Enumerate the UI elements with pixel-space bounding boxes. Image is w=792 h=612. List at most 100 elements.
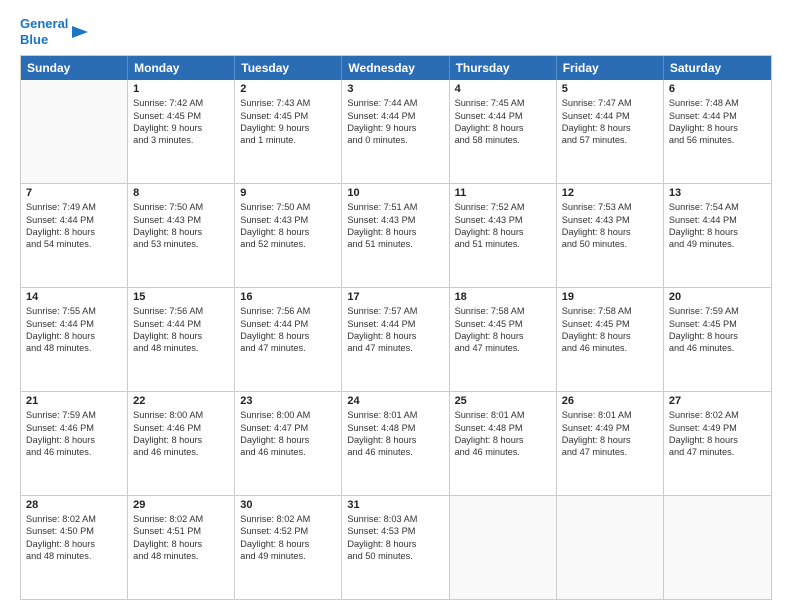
cal-cell: 8Sunrise: 7:50 AMSunset: 4:43 PMDaylight… bbox=[128, 184, 235, 287]
cal-cell: 31Sunrise: 8:03 AMSunset: 4:53 PMDayligh… bbox=[342, 496, 449, 599]
day-number: 3 bbox=[347, 83, 443, 95]
day-number: 23 bbox=[240, 395, 336, 407]
cal-cell: 13Sunrise: 7:54 AMSunset: 4:44 PMDayligh… bbox=[664, 184, 771, 287]
cal-row-2: 7Sunrise: 7:49 AMSunset: 4:44 PMDaylight… bbox=[21, 184, 771, 288]
cal-row-3: 14Sunrise: 7:55 AMSunset: 4:44 PMDayligh… bbox=[21, 288, 771, 392]
daylight-text-2: and 58 minutes. bbox=[455, 134, 551, 146]
day-number: 7 bbox=[26, 187, 122, 199]
day-number: 12 bbox=[562, 187, 658, 199]
sunrise-text: Sunrise: 7:59 AM bbox=[26, 409, 122, 421]
day-number: 1 bbox=[133, 83, 229, 95]
day-number: 10 bbox=[347, 187, 443, 199]
cal-cell: 3Sunrise: 7:44 AMSunset: 4:44 PMDaylight… bbox=[342, 80, 449, 183]
day-number: 19 bbox=[562, 291, 658, 303]
daylight-text-1: Daylight: 8 hours bbox=[240, 538, 336, 550]
sunrise-text: Sunrise: 8:02 AM bbox=[133, 513, 229, 525]
sunset-text: Sunset: 4:44 PM bbox=[669, 214, 766, 226]
cal-cell: 24Sunrise: 8:01 AMSunset: 4:48 PMDayligh… bbox=[342, 392, 449, 495]
daylight-text-1: Daylight: 8 hours bbox=[347, 538, 443, 550]
sunrise-text: Sunrise: 7:58 AM bbox=[455, 305, 551, 317]
sunset-text: Sunset: 4:53 PM bbox=[347, 525, 443, 537]
sunset-text: Sunset: 4:44 PM bbox=[455, 110, 551, 122]
daylight-text-1: Daylight: 8 hours bbox=[240, 434, 336, 446]
sunrise-text: Sunrise: 8:01 AM bbox=[347, 409, 443, 421]
daylight-text-1: Daylight: 9 hours bbox=[240, 122, 336, 134]
sunset-text: Sunset: 4:48 PM bbox=[455, 422, 551, 434]
sunrise-text: Sunrise: 7:44 AM bbox=[347, 97, 443, 109]
daylight-text-1: Daylight: 8 hours bbox=[562, 122, 658, 134]
sunset-text: Sunset: 4:46 PM bbox=[133, 422, 229, 434]
daylight-text-2: and 51 minutes. bbox=[455, 238, 551, 250]
sunset-text: Sunset: 4:43 PM bbox=[240, 214, 336, 226]
cal-cell: 30 Sunrise: 8:02 AMSunset: 4:52 PMDayligh… bbox=[235, 496, 342, 599]
daylight-text-1: Daylight: 8 hours bbox=[26, 538, 122, 550]
header-day-tuesday: Tuesday bbox=[235, 56, 342, 80]
daylight-text-2: and 51 minutes. bbox=[347, 238, 443, 250]
cal-cell: 18Sunrise: 7:58 AMSunset: 4:45 PMDayligh… bbox=[450, 288, 557, 391]
daylight-text-2: and 0 minutes. bbox=[347, 134, 443, 146]
daylight-text-1: Daylight: 8 hours bbox=[133, 538, 229, 550]
sunrise-text: Sunrise: 7:56 AM bbox=[240, 305, 336, 317]
cal-cell: 9 Sunrise: 7:50 AMSunset: 4:43 PMDaylight… bbox=[235, 184, 342, 287]
sunset-text: Sunset: 4:49 PM bbox=[669, 422, 766, 434]
header-day-wednesday: Wednesday bbox=[342, 56, 449, 80]
header: GeneralBlue bbox=[20, 16, 772, 47]
cal-cell: 21Sunrise: 7:59 AMSunset: 4:46 PMDayligh… bbox=[21, 392, 128, 495]
daylight-text-2: and 53 minutes. bbox=[133, 238, 229, 250]
page: GeneralBlue SundayMondayTuesdayWednesday… bbox=[0, 0, 792, 612]
daylight-text-2: and 48 minutes. bbox=[133, 550, 229, 562]
header-day-friday: Friday bbox=[557, 56, 664, 80]
daylight-text-2: and 48 minutes. bbox=[133, 342, 229, 354]
daylight-text-2: and 54 minutes. bbox=[26, 238, 122, 250]
daylight-text-1: Daylight: 8 hours bbox=[455, 226, 551, 238]
sunrise-text: Sunrise: 8:01 AM bbox=[562, 409, 658, 421]
sunrise-text: Sunrise: 7:51 AM bbox=[347, 201, 443, 213]
sunrise-text: Sunrise: 7:52 AM bbox=[455, 201, 551, 213]
daylight-text-2: and 50 minutes. bbox=[562, 238, 658, 250]
sunset-text: Sunset: 4:44 PM bbox=[669, 110, 766, 122]
sunset-text: Sunset: 4:47 PM bbox=[240, 422, 336, 434]
day-number: 9 bbox=[240, 187, 336, 199]
daylight-text-1: Daylight: 8 hours bbox=[133, 434, 229, 446]
daylight-text-1: Daylight: 8 hours bbox=[26, 330, 122, 342]
daylight-text-2: and 46 minutes. bbox=[133, 446, 229, 458]
sunset-text: Sunset: 4:43 PM bbox=[455, 214, 551, 226]
cal-cell: 2Sunrise: 7:43 AMSunset: 4:45 PMDaylight… bbox=[235, 80, 342, 183]
cal-cell: 4Sunrise: 7:45 AMSunset: 4:44 PMDaylight… bbox=[450, 80, 557, 183]
day-number: 8 bbox=[133, 187, 229, 199]
sunrise-text: Sunrise: 7:58 AM bbox=[562, 305, 658, 317]
sunset-text: Sunset: 4:46 PM bbox=[26, 422, 122, 434]
daylight-text-2: and 48 minutes. bbox=[26, 342, 122, 354]
daylight-text-1: Daylight: 8 hours bbox=[240, 226, 336, 238]
day-number: 27 bbox=[669, 395, 766, 407]
sunrise-text: Sunrise: 7:50 AM bbox=[240, 201, 336, 213]
daylight-text-2: and 52 minutes. bbox=[240, 238, 336, 250]
daylight-text-1: Daylight: 8 hours bbox=[562, 330, 658, 342]
day-number: 28 bbox=[26, 499, 122, 511]
daylight-text-1: Daylight: 8 hours bbox=[133, 330, 229, 342]
sunrise-text: Sunrise: 8:02 AM bbox=[240, 513, 336, 525]
sunset-text: Sunset: 4:44 PM bbox=[26, 318, 122, 330]
sunset-text: Sunset: 4:52 PM bbox=[240, 525, 336, 537]
daylight-text-1: Daylight: 8 hours bbox=[347, 434, 443, 446]
cal-cell: 16Sunrise: 7:56 AMSunset: 4:44 PMDayligh… bbox=[235, 288, 342, 391]
header-day-sunday: Sunday bbox=[21, 56, 128, 80]
daylight-text-1: Daylight: 8 hours bbox=[455, 434, 551, 446]
sunset-text: Sunset: 4:43 PM bbox=[562, 214, 658, 226]
cal-cell: 17Sunrise: 7:57 AMSunset: 4:44 PMDayligh… bbox=[342, 288, 449, 391]
daylight-text-2: and 47 minutes. bbox=[240, 342, 336, 354]
cal-cell: 29Sunrise: 8:02 AMSunset: 4:51 PMDayligh… bbox=[128, 496, 235, 599]
cal-row-4: 21Sunrise: 7:59 AMSunset: 4:46 PMDayligh… bbox=[21, 392, 771, 496]
daylight-text-1: Daylight: 8 hours bbox=[669, 226, 766, 238]
daylight-text-1: Daylight: 9 hours bbox=[133, 122, 229, 134]
cal-cell: 6Sunrise: 7:48 AMSunset: 4:44 PMDaylight… bbox=[664, 80, 771, 183]
daylight-text-1: Daylight: 8 hours bbox=[240, 330, 336, 342]
cal-cell: 27Sunrise: 8:02 AMSunset: 4:49 PMDayligh… bbox=[664, 392, 771, 495]
day-number: 17 bbox=[347, 291, 443, 303]
daylight-text-1: Daylight: 8 hours bbox=[562, 226, 658, 238]
cal-cell: 11Sunrise: 7:52 AMSunset: 4:43 PMDayligh… bbox=[450, 184, 557, 287]
day-number: 15 bbox=[133, 291, 229, 303]
day-number: 30 bbox=[240, 499, 336, 511]
cal-cell: 14Sunrise: 7:55 AMSunset: 4:44 PMDayligh… bbox=[21, 288, 128, 391]
day-number: 24 bbox=[347, 395, 443, 407]
